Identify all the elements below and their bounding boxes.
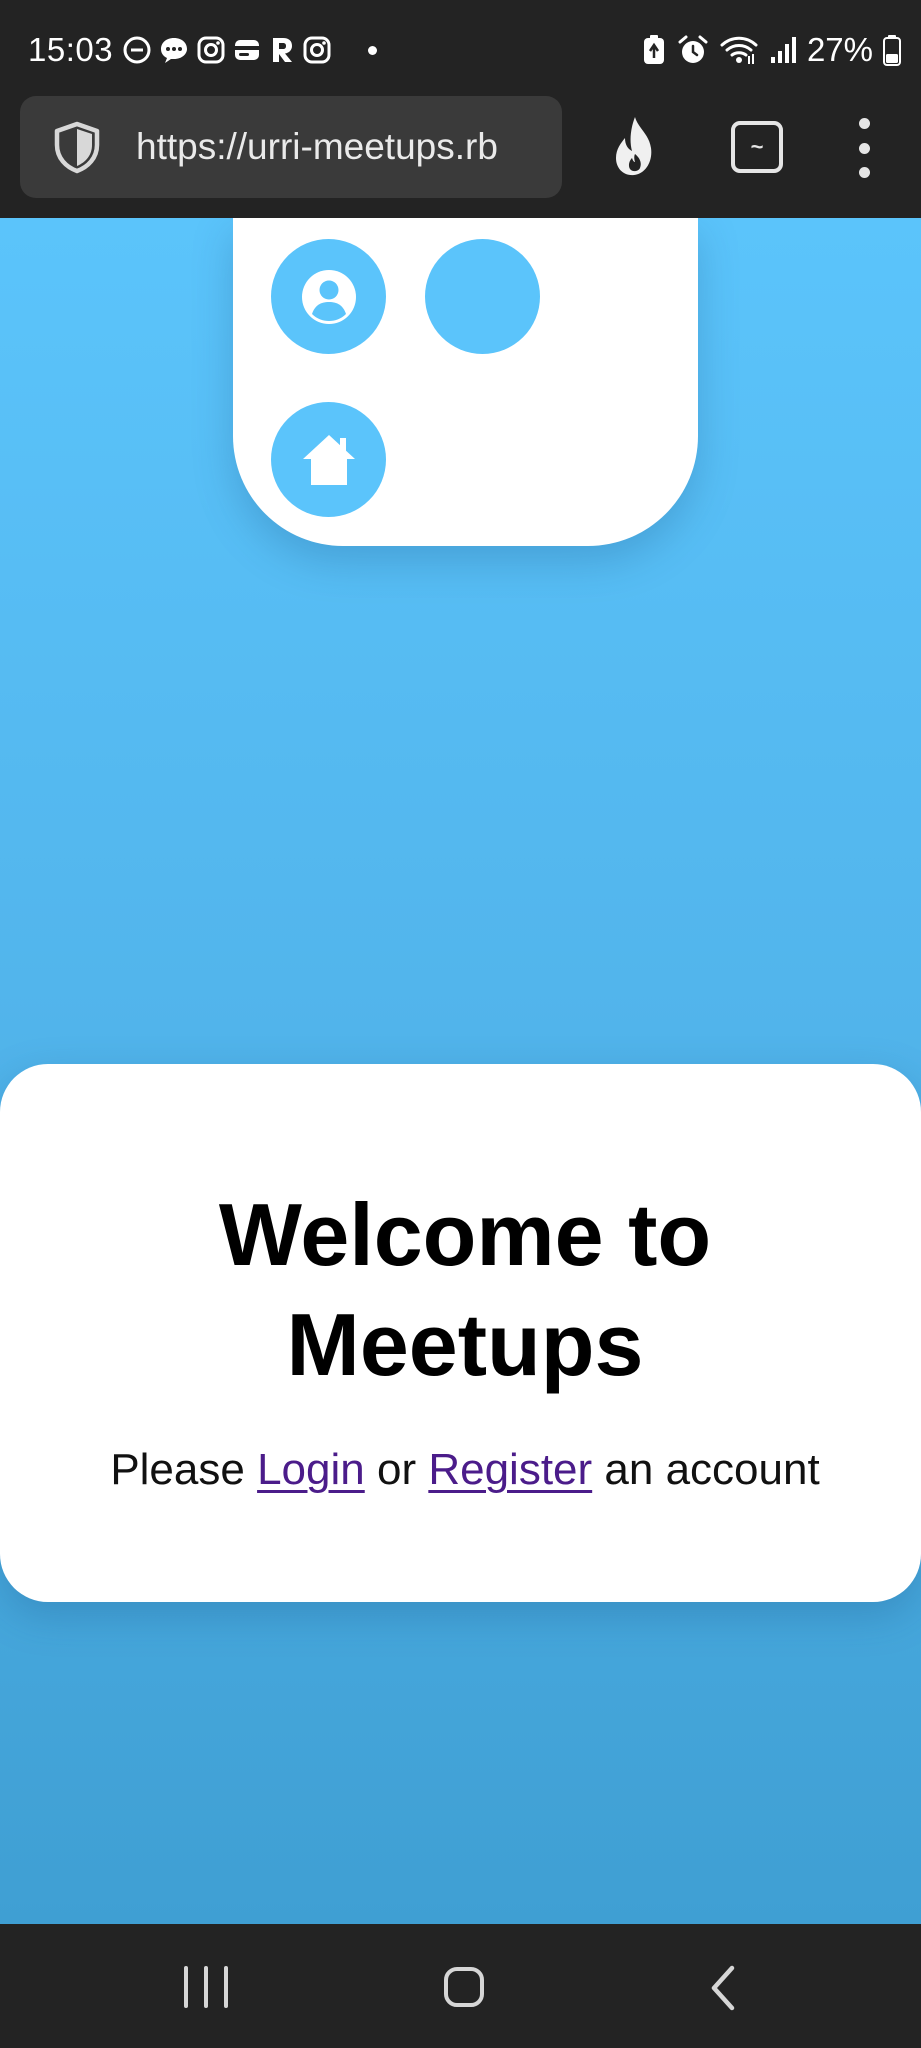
wifi-icon xyxy=(720,36,758,64)
battery-percent: 27% xyxy=(806,31,873,68)
welcome-text-after: an account xyxy=(592,1445,820,1494)
back-icon[interactable] xyxy=(706,1964,740,2012)
welcome-text-middle: or xyxy=(364,1445,429,1494)
register-link[interactable]: Register xyxy=(428,1445,592,1494)
alarm-icon xyxy=(678,35,708,63)
profile-button[interactable] xyxy=(271,239,386,354)
r-app-icon xyxy=(273,38,292,62)
nav-card xyxy=(233,218,698,546)
status-time: 15:03 xyxy=(28,31,114,68)
tabs-button[interactable]: ~ xyxy=(731,121,783,173)
shield-icon[interactable] xyxy=(50,120,104,174)
blank-icon[interactable] xyxy=(425,239,540,354)
status-bar: 15:03 27% xyxy=(0,0,921,96)
wallet-icon xyxy=(235,40,259,60)
login-link[interactable]: Login xyxy=(257,1445,365,1494)
home-icon[interactable] xyxy=(444,1967,484,2007)
notification-dot-icon xyxy=(368,45,377,55)
web-content: Welcome to Meetups Please Login or Regis… xyxy=(0,218,921,1924)
welcome-message: Please Login or Register an account xyxy=(40,1444,890,1496)
more-vert-icon[interactable] xyxy=(848,118,880,178)
status-icons-left xyxy=(122,33,377,67)
tabs-icon: ~ xyxy=(750,134,764,159)
battery-saver-icon xyxy=(643,35,664,64)
do-not-disturb-icon xyxy=(123,36,151,64)
browser-toolbar: https://urri-meetups.rb ~ xyxy=(0,96,921,218)
instagram-icon xyxy=(197,36,225,64)
signal-icon xyxy=(770,37,796,63)
page-title: Welcome to Meetups xyxy=(218,1185,712,1394)
url-text[interactable]: https://urri-meetups.rb xyxy=(136,125,562,169)
instagram-icon xyxy=(303,36,331,64)
home-icon xyxy=(302,434,355,485)
battery-icon xyxy=(883,35,901,66)
profile-icon xyxy=(301,269,356,324)
welcome-card: Welcome to Meetups Please Login or Regis… xyxy=(0,1064,921,1602)
home-button[interactable] xyxy=(271,402,386,517)
url-bar[interactable]: https://urri-meetups.rb xyxy=(20,96,562,198)
android-nav-bar xyxy=(0,1924,921,2048)
messages-icon xyxy=(161,38,187,63)
status-icons-right: 27% xyxy=(641,32,901,68)
fire-icon[interactable] xyxy=(607,114,663,180)
recents-icon[interactable] xyxy=(184,1966,228,2008)
welcome-text-before: Please xyxy=(110,1445,258,1494)
